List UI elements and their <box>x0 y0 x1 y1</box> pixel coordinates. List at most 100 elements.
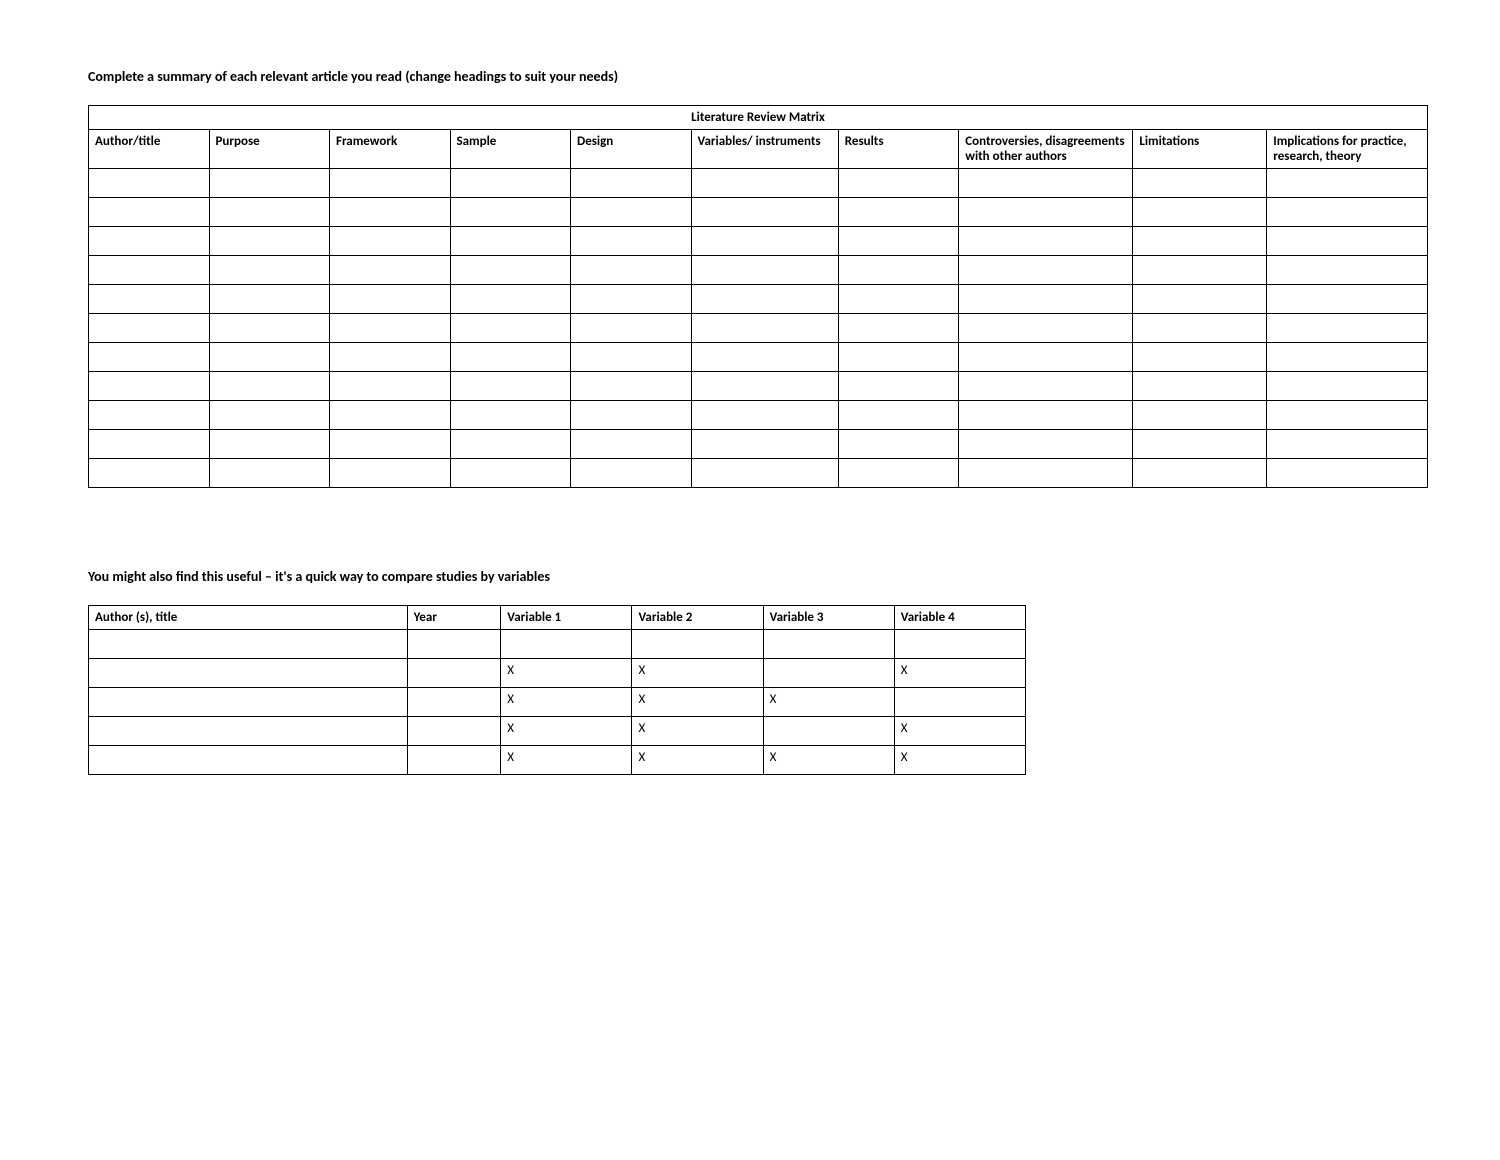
table-cell <box>330 459 451 488</box>
table-cell <box>209 169 330 198</box>
table-cell <box>330 430 451 459</box>
table-cell <box>89 401 210 430</box>
table-cell <box>571 169 692 198</box>
vars-col-v3: Variable 3 <box>763 606 894 630</box>
table-cell <box>1267 372 1428 401</box>
table-cell <box>330 314 451 343</box>
table-cell <box>1133 198 1267 227</box>
table-cell <box>838 372 959 401</box>
table-cell <box>407 659 501 688</box>
table-cell <box>838 256 959 285</box>
table-cell <box>691 459 838 488</box>
table-cell <box>407 746 501 775</box>
table-cell <box>450 401 571 430</box>
table-cell <box>691 285 838 314</box>
table-cell <box>450 198 571 227</box>
vars-col-v2: Variable 2 <box>632 606 763 630</box>
table-cell <box>763 630 894 659</box>
table-cell <box>763 717 894 746</box>
table-cell <box>1267 430 1428 459</box>
table-cell <box>209 459 330 488</box>
variables-comparison-table: Author (s), title Year Variable 1 Variab… <box>88 605 1026 775</box>
col-limitations: Limitations <box>1133 130 1267 169</box>
table-cell <box>89 372 210 401</box>
table-cell <box>571 430 692 459</box>
table-cell <box>1133 169 1267 198</box>
table-cell <box>209 198 330 227</box>
table-cell <box>571 285 692 314</box>
vars-col-v1: Variable 1 <box>501 606 632 630</box>
table-row <box>89 459 1428 488</box>
table-cell: X <box>763 746 894 775</box>
table-cell <box>959 198 1133 227</box>
table-cell: X <box>632 688 763 717</box>
table-cell: X <box>894 746 1025 775</box>
table-cell <box>1133 459 1267 488</box>
table-cell: X <box>501 717 632 746</box>
table-cell <box>450 227 571 256</box>
table-cell <box>691 430 838 459</box>
table-row: XXX <box>89 659 1026 688</box>
table-cell <box>1133 285 1267 314</box>
table-cell <box>330 285 451 314</box>
table-cell <box>691 227 838 256</box>
table-cell <box>330 372 451 401</box>
table-row <box>89 198 1428 227</box>
col-implications: Implications for practice, research, the… <box>1267 130 1428 169</box>
table-cell <box>1267 256 1428 285</box>
table-cell <box>838 459 959 488</box>
table-cell <box>330 343 451 372</box>
table-cell <box>763 659 894 688</box>
table-cell <box>1133 343 1267 372</box>
intro-text-1: Complete a summary of each relevant arti… <box>88 68 1428 85</box>
table-cell <box>838 285 959 314</box>
table-cell <box>89 688 408 717</box>
table-cell <box>89 659 408 688</box>
table-cell <box>450 256 571 285</box>
table-cell <box>1267 198 1428 227</box>
table-row <box>89 372 1428 401</box>
table-cell <box>959 285 1133 314</box>
table-row <box>89 256 1428 285</box>
table-cell <box>959 227 1133 256</box>
table-cell <box>838 314 959 343</box>
table-cell <box>959 401 1133 430</box>
table-cell <box>209 227 330 256</box>
table-cell <box>691 256 838 285</box>
table-row <box>89 401 1428 430</box>
table-cell <box>89 314 210 343</box>
table-cell <box>1267 401 1428 430</box>
table-cell <box>691 169 838 198</box>
table-cell <box>838 198 959 227</box>
table-cell <box>450 372 571 401</box>
table-row <box>89 314 1428 343</box>
table-cell <box>407 630 501 659</box>
table-cell <box>571 343 692 372</box>
table-cell <box>450 343 571 372</box>
table-cell <box>450 169 571 198</box>
table-cell <box>209 343 330 372</box>
vars-col-v4: Variable 4 <box>894 606 1025 630</box>
table-cell <box>1133 372 1267 401</box>
table-cell <box>959 430 1133 459</box>
table-cell <box>571 256 692 285</box>
table-cell <box>571 227 692 256</box>
table-cell <box>838 169 959 198</box>
table-cell <box>959 343 1133 372</box>
col-results: Results <box>838 130 959 169</box>
table-row: XXXX <box>89 746 1026 775</box>
col-sample: Sample <box>450 130 571 169</box>
table-cell <box>89 285 210 314</box>
table-cell <box>894 630 1025 659</box>
table-cell <box>209 430 330 459</box>
matrix-header-row: Author/title Purpose Framework Sample De… <box>89 130 1428 169</box>
table-cell <box>691 198 838 227</box>
table-cell <box>1267 314 1428 343</box>
table-cell <box>959 314 1133 343</box>
table-row <box>89 285 1428 314</box>
table-cell <box>571 459 692 488</box>
table-cell <box>450 459 571 488</box>
table-cell <box>89 459 210 488</box>
table-cell <box>330 198 451 227</box>
matrix-caption: Literature Review Matrix <box>89 106 1428 130</box>
